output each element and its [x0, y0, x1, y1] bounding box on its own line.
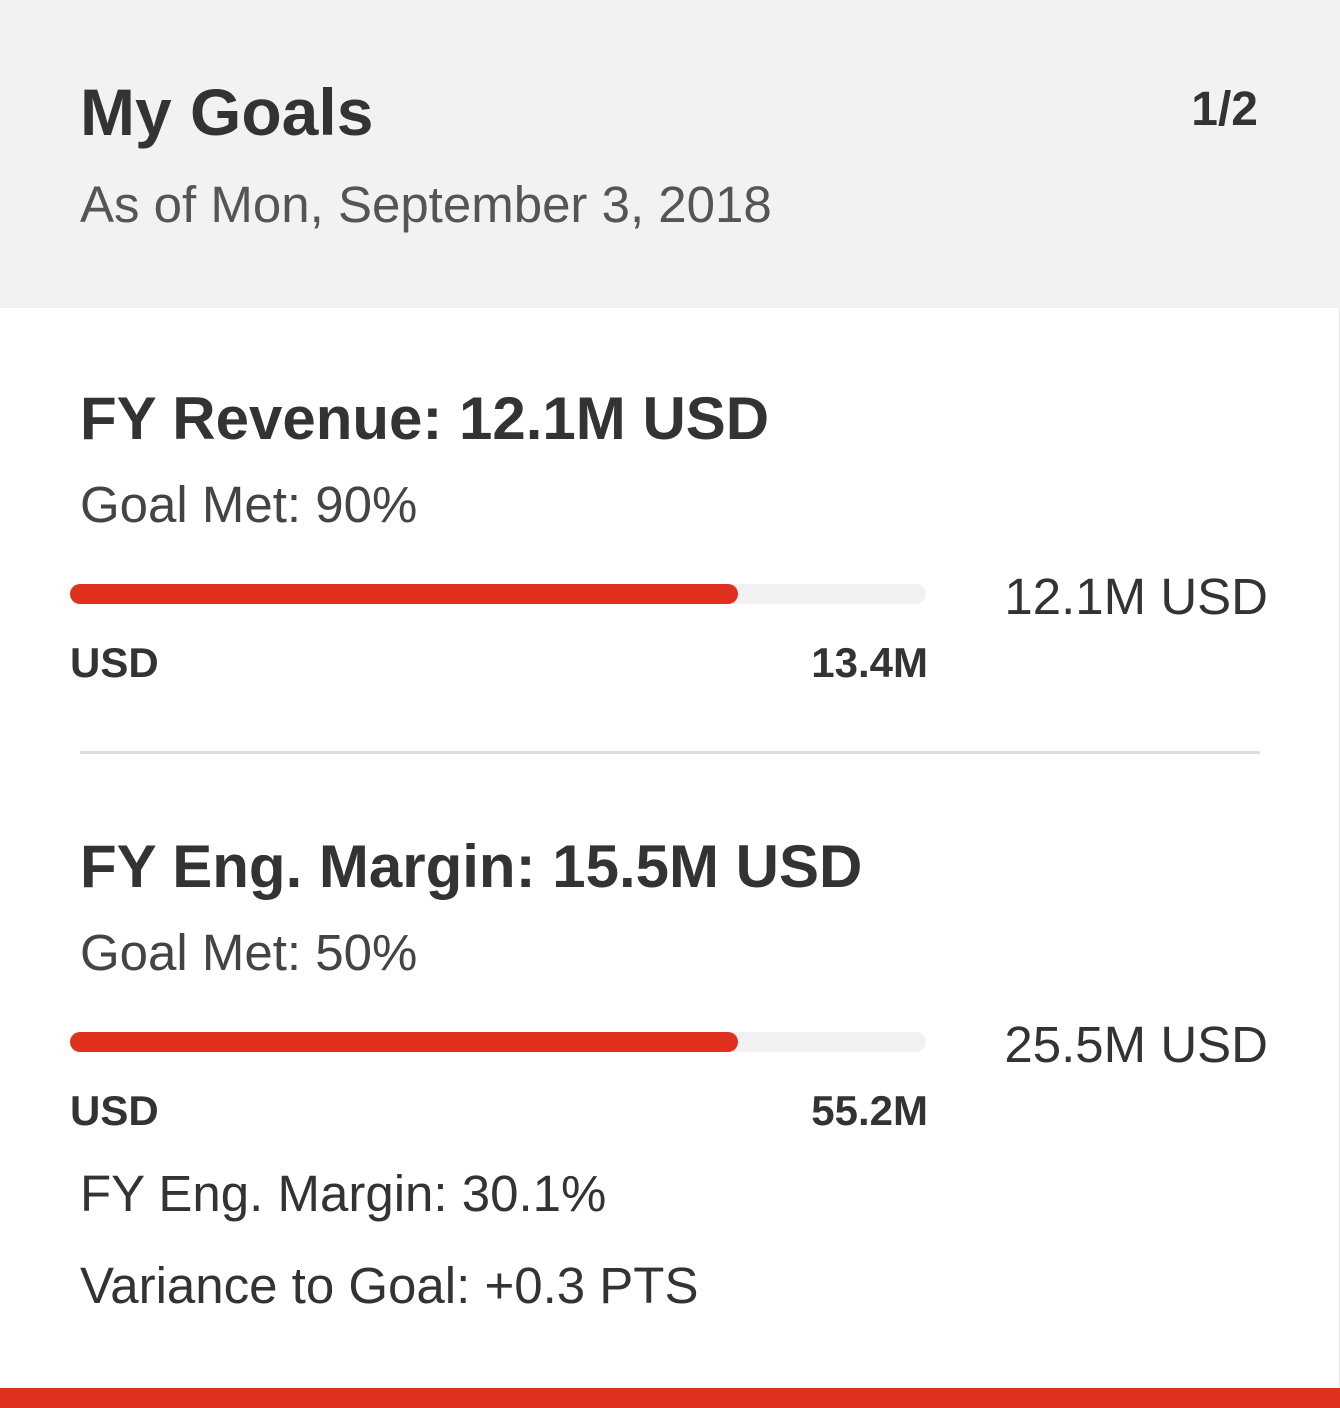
goals-card: My Goals As of Mon, September 3, 2018 1/… [0, 0, 1340, 1408]
goal-title: FY Eng. Margin: 15.5M USD [80, 833, 863, 900]
card-header: My Goals As of Mon, September 3, 2018 1/… [0, 0, 1340, 308]
actual-value: 25.5M USD [1004, 1016, 1268, 1073]
accent-bottom-bar [0, 1388, 1340, 1408]
progress-track [70, 584, 926, 604]
page-indicator[interactable]: 1/2 [1191, 80, 1258, 140]
progress-track [70, 1032, 926, 1052]
as-of-date: As of Mon, September 3, 2018 [80, 176, 772, 233]
goal-met-percent: Goal Met: 50% [80, 924, 418, 981]
goal-title: FY Revenue: 12.1M USD [80, 385, 770, 452]
bar-max-label: 13.4M [811, 639, 928, 686]
divider [80, 751, 1260, 754]
bar-max-label: 55.2M [811, 1087, 928, 1134]
variance-to-goal: Variance to Goal: +0.3 PTS [80, 1257, 699, 1314]
bar-min-label: USD [70, 639, 159, 686]
actual-value: 12.1M USD [1004, 568, 1268, 625]
eng-margin-percent: FY Eng. Margin: 30.1% [80, 1165, 607, 1222]
goal-met-percent: Goal Met: 90% [80, 476, 418, 533]
bar-min-label: USD [70, 1087, 159, 1134]
progress-fill [70, 1032, 738, 1052]
card-title: My Goals [80, 75, 374, 149]
progress-fill [70, 584, 738, 604]
